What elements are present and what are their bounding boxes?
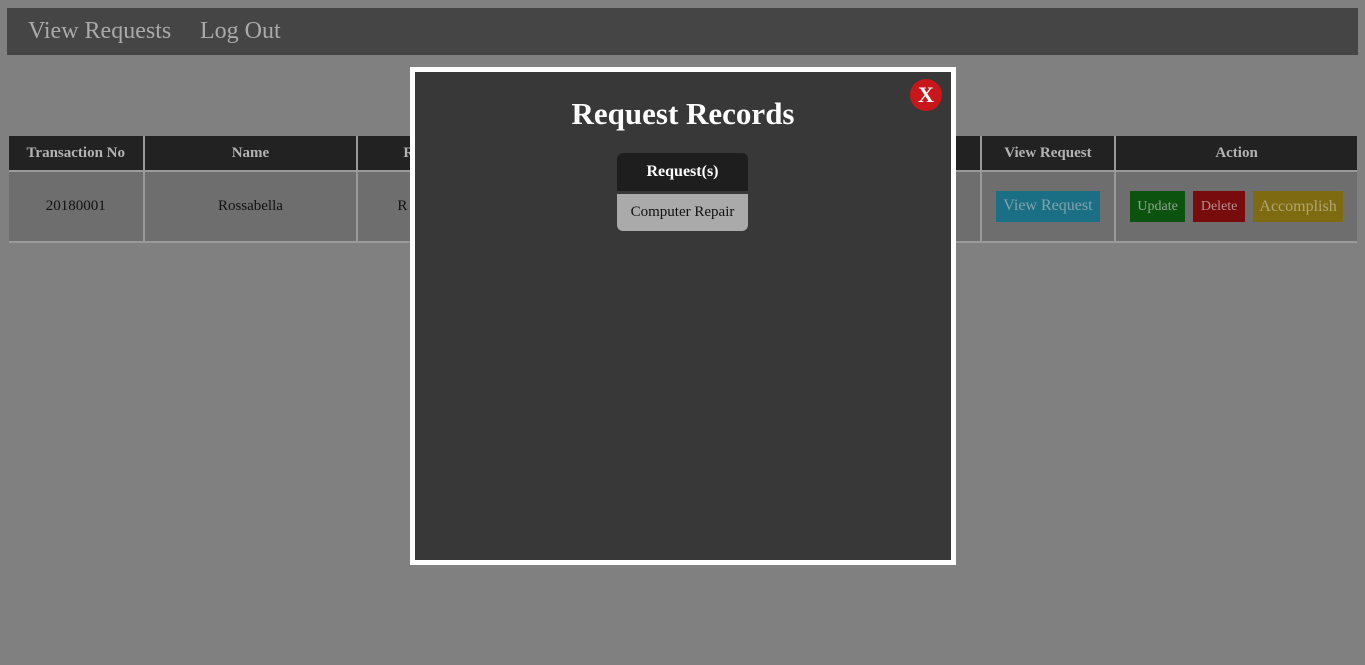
list-item: Computer Repair bbox=[617, 194, 748, 231]
cell-view-request: View Request bbox=[979, 170, 1117, 243]
header-action: Action bbox=[1114, 136, 1357, 172]
close-icon[interactable]: X bbox=[910, 79, 942, 111]
cell-name: Rossabella bbox=[142, 170, 359, 243]
top-navbar: View Requests Log Out bbox=[7, 8, 1358, 55]
update-button[interactable]: Update bbox=[1130, 191, 1185, 222]
modal-title: Request Records bbox=[571, 96, 795, 131]
header-transaction-no: Transaction No bbox=[9, 136, 145, 172]
header-view-request: View Request bbox=[979, 136, 1117, 172]
header-col3: R bbox=[356, 136, 417, 172]
request-records-modal: Request Records X Request(s) Computer Re… bbox=[410, 67, 956, 565]
header-name: Name bbox=[142, 136, 359, 172]
accomplish-button[interactable]: Accomplish bbox=[1253, 191, 1343, 222]
nav-view-requests-link[interactable]: View Requests bbox=[28, 18, 171, 45]
cell-transaction-no: 20180001 bbox=[9, 170, 145, 243]
view-request-button[interactable]: View Request bbox=[996, 191, 1100, 222]
nav-log-out-link[interactable]: Log Out bbox=[200, 18, 281, 45]
requests-list-header: Request(s) bbox=[617, 153, 748, 191]
cell-action: Update Delete Accomplish bbox=[1114, 170, 1357, 243]
cell-col3: R bbox=[356, 170, 417, 243]
delete-button[interactable]: Delete bbox=[1192, 191, 1246, 222]
page: View Requests Log Out Transaction No Nam… bbox=[0, 0, 1365, 665]
